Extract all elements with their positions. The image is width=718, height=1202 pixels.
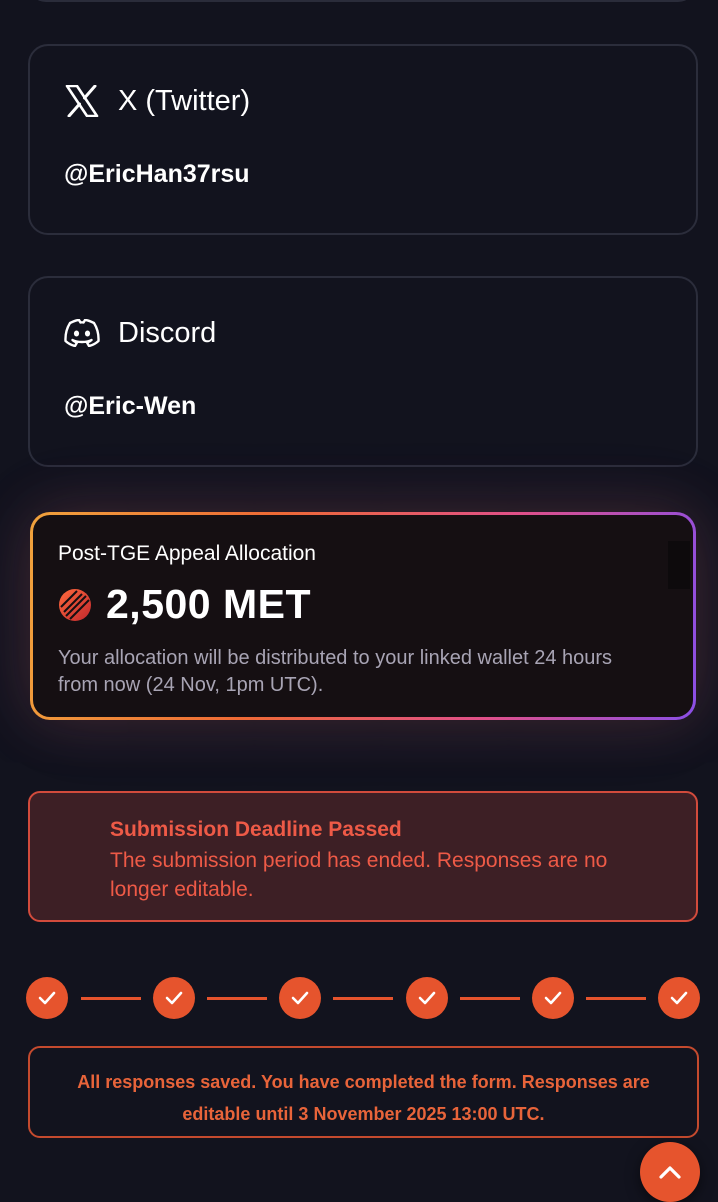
- step-6-complete[interactable]: [658, 977, 700, 1019]
- allocation-card: Post-TGE Appeal Allocation 2,500 MET You…: [30, 512, 696, 720]
- step-connector: [81, 997, 141, 1000]
- step-3-complete[interactable]: [279, 977, 321, 1019]
- allocation-amount-row: 2,500 MET: [58, 581, 311, 628]
- x-logo-icon: [64, 83, 100, 119]
- twitter-handle: @EricHan37rsu: [64, 160, 250, 188]
- progress-stepper: [26, 977, 700, 1019]
- allocation-card-decoration: [668, 541, 690, 589]
- deadline-alert: Submission Deadline Passed The submissio…: [28, 791, 698, 922]
- deadline-title: Submission Deadline Passed: [110, 818, 402, 841]
- allocation-label: Post-TGE Appeal Allocation: [58, 542, 316, 565]
- allocation-amount: 2,500 MET: [106, 581, 312, 627]
- twitter-card-header: X (Twitter): [64, 83, 250, 119]
- discord-logo-icon: [64, 315, 100, 351]
- step-connector: [460, 997, 520, 1000]
- step-connector: [586, 997, 646, 1000]
- allocation-note: Your allocation will be distributed to y…: [58, 647, 613, 696]
- met-token-icon: [58, 588, 92, 622]
- discord-card-header: Discord: [64, 315, 216, 351]
- check-icon: [291, 991, 309, 1005]
- check-icon: [165, 991, 183, 1005]
- twitter-card-title: X (Twitter): [118, 84, 251, 117]
- step-connector: [333, 997, 393, 1000]
- discord-account-card: Discord @Eric-Wen: [28, 276, 698, 467]
- step-4-complete[interactable]: [406, 977, 448, 1019]
- discord-card-title: Discord: [118, 316, 217, 349]
- check-icon: [670, 991, 688, 1005]
- scroll-to-top-button[interactable]: [640, 1142, 700, 1202]
- step-connector: [207, 997, 267, 1000]
- step-5-complete[interactable]: [532, 977, 574, 1019]
- responses-saved-notice: All responses saved. You have completed …: [28, 1046, 699, 1138]
- step-2-complete[interactable]: [153, 977, 195, 1019]
- check-icon: [544, 991, 562, 1005]
- allocation-card-body: Post-TGE Appeal Allocation 2,500 MET You…: [33, 515, 693, 717]
- discord-handle: @Eric-Wen: [64, 392, 197, 420]
- deadline-message: The submission period has ended. Respons…: [110, 849, 608, 901]
- step-1-complete[interactable]: [26, 977, 68, 1019]
- check-icon: [38, 991, 56, 1005]
- previous-card-edge: [28, 0, 696, 2]
- twitter-account-card: X (Twitter) @EricHan37rsu: [28, 44, 698, 235]
- check-icon: [418, 991, 436, 1005]
- responses-saved-text: All responses saved. You have completed …: [77, 1072, 650, 1124]
- chevron-up-icon: [659, 1166, 681, 1179]
